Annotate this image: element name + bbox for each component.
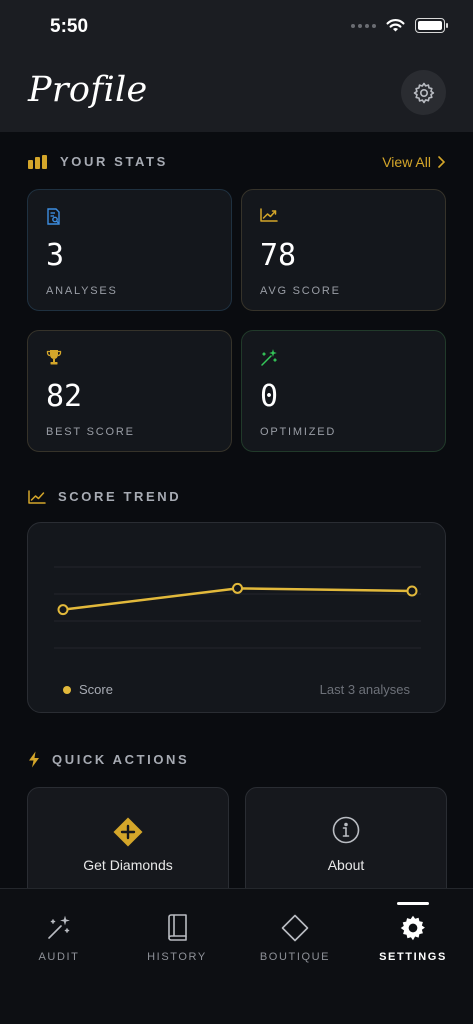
stat-card-analyses: 3 ANALYSES bbox=[27, 189, 232, 311]
gear-icon bbox=[399, 913, 427, 943]
score-point bbox=[232, 582, 243, 594]
stat-card-avg-score: 78 AVG SCORE bbox=[241, 189, 446, 311]
action-label: About bbox=[327, 857, 365, 873]
status-indicators bbox=[351, 18, 448, 33]
trophy-icon bbox=[46, 349, 62, 371]
stat-card-optimized: 0 OPTIMIZED bbox=[241, 330, 446, 452]
status-time: 5:50 bbox=[50, 16, 89, 37]
score-point bbox=[57, 604, 69, 616]
wifi-icon bbox=[386, 19, 405, 32]
stat-label: ANALYSES bbox=[46, 285, 118, 297]
stat-label: BEST SCORE bbox=[46, 426, 135, 438]
diamond-icon bbox=[281, 913, 309, 943]
action-label: Get Diamonds bbox=[83, 857, 173, 873]
diamond-plus-icon bbox=[28, 816, 228, 848]
page-title: Profile bbox=[28, 70, 148, 110]
active-tab-indicator bbox=[397, 902, 429, 905]
tab-label: HISTORY bbox=[147, 951, 207, 963]
chart-legend: Score bbox=[63, 682, 113, 697]
trend-chart-icon bbox=[260, 208, 278, 227]
view-all-label: View All bbox=[382, 154, 431, 170]
trend-note: Last 3 analyses bbox=[319, 682, 410, 697]
score-trend-chart bbox=[54, 566, 421, 649]
stats-section-header: YOUR STATS bbox=[28, 154, 168, 169]
tab-boutique[interactable]: BOUTIQUE bbox=[236, 889, 354, 979]
stat-card-best-score: 82 BEST SCORE bbox=[27, 330, 232, 452]
stat-label: OPTIMIZED bbox=[260, 426, 337, 438]
signal-icon bbox=[351, 23, 376, 28]
tab-label: BOUTIQUE bbox=[259, 951, 331, 963]
score-trend-card: Score Last 3 analyses bbox=[27, 522, 446, 713]
header: 5:50 Profile bbox=[0, 0, 473, 132]
trend-section-header: SCORE TREND bbox=[28, 489, 181, 504]
stat-value: 3 bbox=[46, 238, 65, 273]
document-search-icon bbox=[46, 208, 62, 231]
quick-actions-header: QUICK ACTIONS bbox=[28, 751, 189, 768]
stats-section-title: YOUR STATS bbox=[60, 154, 168, 169]
score-point bbox=[406, 585, 418, 597]
tab-history[interactable]: HISTORY bbox=[118, 889, 236, 979]
tab-audit[interactable]: AUDIT bbox=[0, 889, 118, 979]
settings-button[interactable] bbox=[401, 70, 446, 115]
tab-label: AUDIT bbox=[38, 951, 80, 963]
stat-value: 82 bbox=[46, 379, 83, 414]
stat-value: 78 bbox=[260, 238, 297, 273]
book-icon bbox=[166, 913, 188, 943]
chevron-right-icon bbox=[438, 156, 445, 168]
quick-actions-title: QUICK ACTIONS bbox=[52, 752, 190, 767]
gear-icon bbox=[413, 82, 434, 103]
trend-chart-icon bbox=[28, 489, 46, 504]
magic-wand-icon bbox=[260, 349, 278, 372]
stat-label: AVG SCORE bbox=[260, 285, 341, 297]
legend-label: Score bbox=[79, 682, 113, 697]
bar-chart-icon bbox=[28, 154, 47, 169]
sparkle-wand-icon bbox=[46, 913, 72, 943]
tab-bar: AUDIT HISTORY BOUTIQUE SETTINGS bbox=[0, 888, 473, 1024]
lightning-icon bbox=[29, 751, 39, 768]
info-icon bbox=[246, 816, 446, 844]
view-all-link[interactable]: View All bbox=[382, 154, 445, 170]
battery-icon bbox=[415, 18, 448, 33]
trend-section-title: SCORE TREND bbox=[58, 489, 182, 504]
legend-dot bbox=[63, 685, 71, 694]
tab-label: SETTINGS bbox=[379, 951, 447, 963]
stat-value: 0 bbox=[260, 379, 279, 414]
